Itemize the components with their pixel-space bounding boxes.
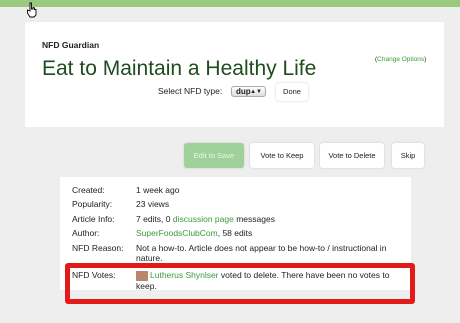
messages-text: messages	[236, 214, 275, 224]
vote-keep-button[interactable]: Vote to Keep	[250, 143, 314, 168]
author-label: Author:	[72, 228, 100, 238]
top-bar	[0, 0, 460, 7]
select-label: Select NFD type:	[158, 86, 223, 96]
edit-to-save-button[interactable]: Edit to Save	[184, 143, 244, 168]
change-options[interactable]: (Change Options)	[375, 56, 426, 63]
popularity-label: Popularity:	[72, 199, 113, 209]
author-edits: , 58 edits	[217, 228, 253, 238]
nfd-type-select[interactable]: dup ▲▼	[231, 86, 266, 97]
discussion-page-link[interactable]: discussion page	[173, 214, 234, 224]
nfd-reason-value: Not a how-to. Article does not appear to…	[136, 243, 387, 263]
article-info-label: Article Info:	[72, 214, 115, 224]
select-arrows-icon: ▲▼	[250, 89, 262, 95]
nfd-reason-label: NFD Reason:	[72, 243, 124, 253]
edit-count: 7 edits, 0	[136, 214, 171, 224]
votes-highlight-box	[65, 263, 415, 304]
author-value: SuperFoodsClubCom, 58 edits	[136, 228, 411, 238]
done-button[interactable]: Done	[276, 83, 308, 101]
vote-delete-button[interactable]: Vote to Delete	[320, 143, 384, 168]
author-link[interactable]: SuperFoodsClubCom	[136, 228, 218, 238]
popularity-value: 23 views	[136, 199, 170, 209]
select-value: dup	[236, 87, 251, 96]
hand-cursor-icon	[27, 2, 37, 18]
article-info-value: 7 edits, 0 discussion page messages	[136, 214, 411, 224]
created-label: Created:	[72, 185, 105, 195]
app-title: NFD Guardian	[42, 40, 100, 50]
created-value: 1 week ago	[136, 185, 180, 195]
change-options-link[interactable]: Change Options	[377, 56, 424, 63]
page-title: Eat to Maintain a Healthy Life	[42, 57, 317, 80]
skip-button[interactable]: Skip	[392, 143, 424, 168]
